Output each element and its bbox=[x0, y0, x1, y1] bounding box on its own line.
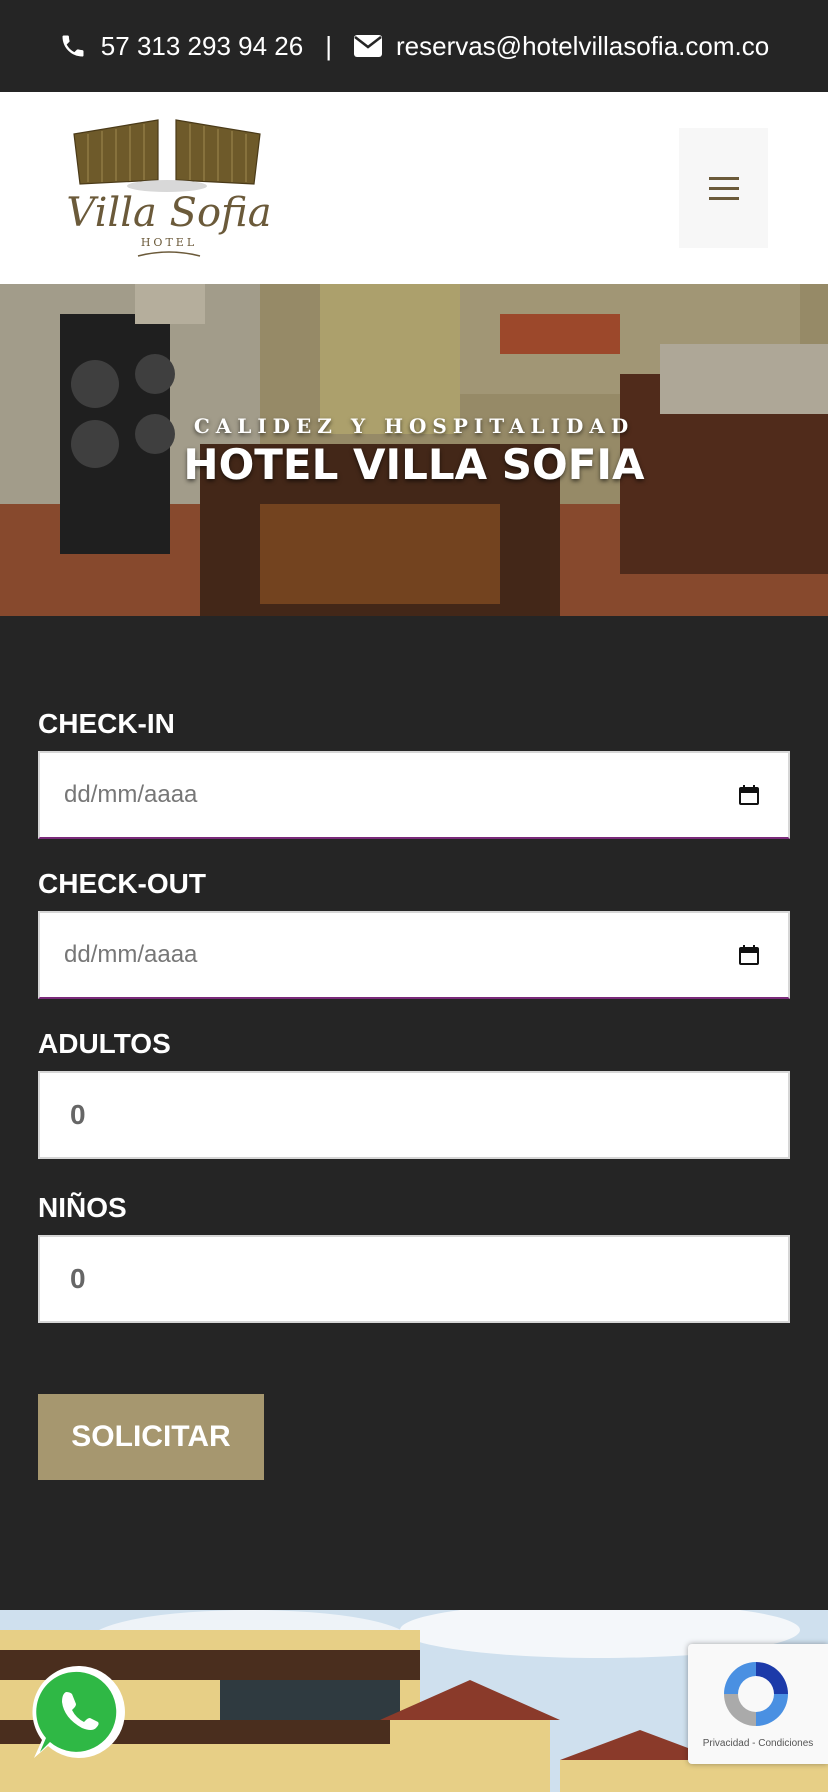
checkout-label: CHECK-OUT bbox=[38, 868, 206, 899]
children-label: NIÑOS bbox=[38, 1192, 127, 1223]
top-contact-bar: 57 313 293 94 26 | reservas@hotelvillaso… bbox=[0, 0, 828, 92]
envelope-icon bbox=[353, 35, 382, 57]
hamburger-menu-button[interactable] bbox=[679, 128, 768, 248]
calendar-icon[interactable] bbox=[738, 944, 760, 966]
whatsapp-icon[interactable] bbox=[30, 1662, 130, 1762]
separator: | bbox=[325, 30, 332, 61]
phone-number[interactable]: 57 313 293 94 26 bbox=[101, 31, 303, 62]
adults-value: 0 bbox=[70, 1099, 86, 1130]
phone-icon bbox=[62, 35, 84, 57]
hero-title: HOTEL VILLA SOFIA bbox=[183, 440, 645, 489]
svg-text:HOTEL: HOTEL bbox=[141, 236, 197, 249]
calendar-icon[interactable] bbox=[738, 784, 760, 806]
checkout-date-input[interactable]: dd/mm/aaaa bbox=[38, 911, 790, 999]
children-input[interactable]: 0 bbox=[38, 1235, 790, 1323]
recaptcha-icon bbox=[724, 1662, 788, 1726]
checkout-placeholder: dd/mm/aaaa bbox=[64, 941, 198, 968]
adults-label: ADULTOS bbox=[38, 1028, 171, 1059]
checkin-date-input[interactable]: dd/mm/aaaa bbox=[38, 751, 790, 839]
recaptcha-privacy-terms[interactable]: Privacidad - Condiciones bbox=[688, 1738, 828, 1749]
hero-subtitle: CALIDEZ Y HOSPITALIDAD bbox=[193, 414, 635, 438]
recaptcha-badge[interactable]: Privacidad - Condiciones bbox=[688, 1644, 828, 1764]
checkin-placeholder: dd/mm/aaaa bbox=[64, 781, 198, 808]
submit-button[interactable]: SOLICITAR bbox=[38, 1394, 264, 1480]
villa-sofia-logo[interactable]: Villa Sofia HOTEL bbox=[58, 114, 280, 264]
hero-banner: CALIDEZ Y HOSPITALIDAD HOTEL VILLA SOFIA bbox=[0, 284, 828, 616]
hamburger-icon-line bbox=[708, 186, 739, 190]
site-header: Villa Sofia HOTEL bbox=[0, 92, 828, 284]
svg-text:Villa Sofia: Villa Sofia bbox=[66, 190, 271, 236]
checkin-label: CHECK-IN bbox=[38, 708, 175, 739]
hamburger-icon-line bbox=[708, 176, 739, 180]
children-value: 0 bbox=[70, 1263, 86, 1294]
hamburger-icon-line bbox=[708, 196, 739, 200]
email-address[interactable]: reservas@hotelvillasofia.com.co bbox=[396, 31, 769, 62]
adults-input[interactable]: 0 bbox=[38, 1071, 790, 1159]
